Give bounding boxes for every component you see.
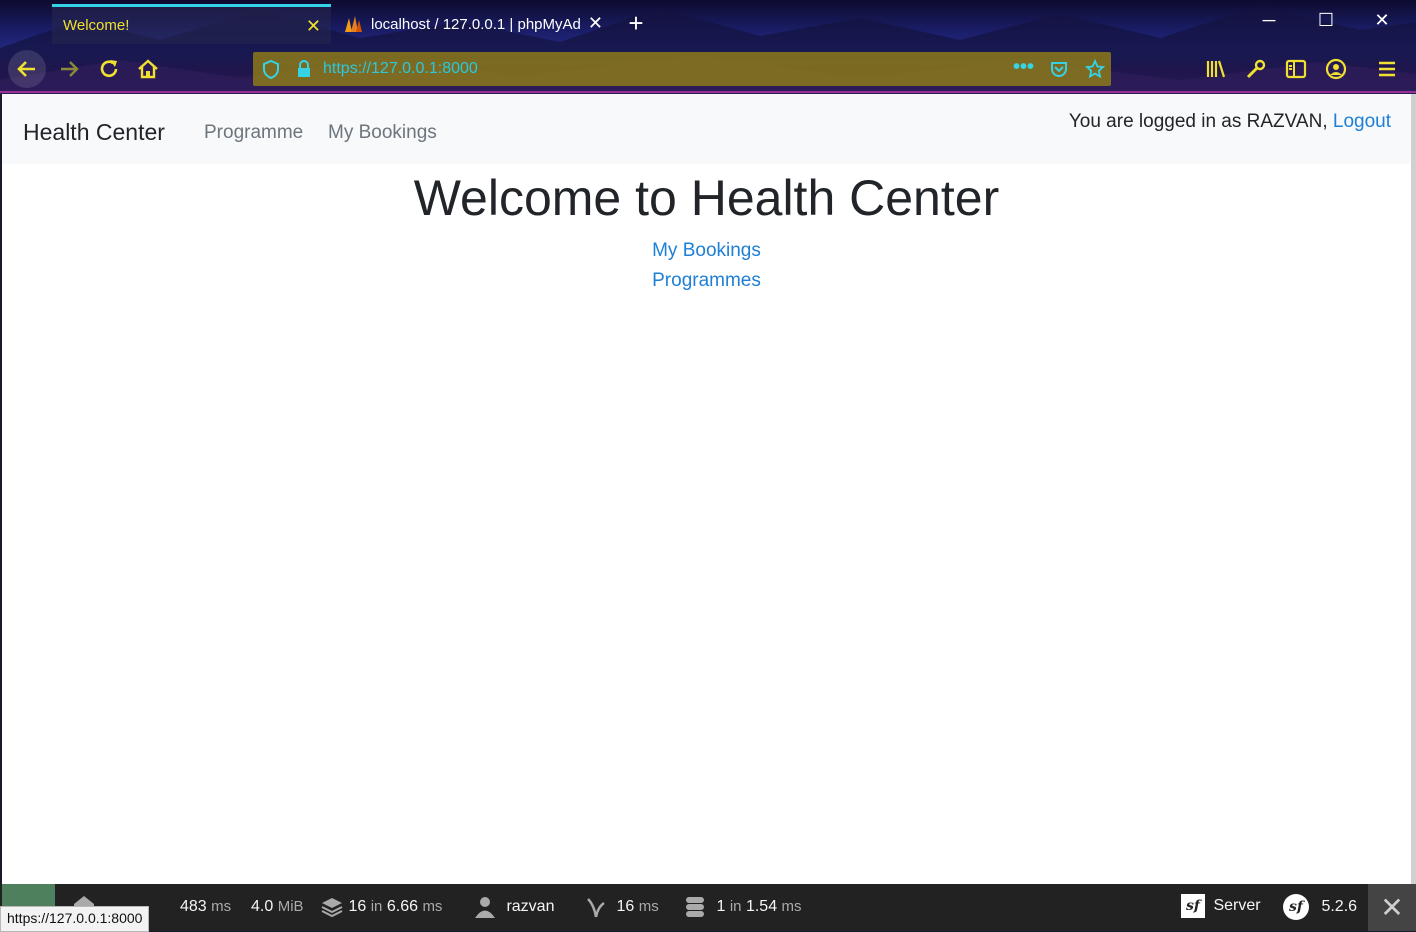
symfony-debug-toolbar: 483 ms 4.0 MiB 16 in 6.66 ms razvan 16 m…	[0, 884, 1416, 931]
memory-value: 4.0	[251, 898, 274, 915]
shield-icon[interactable]	[262, 59, 280, 79]
back-icon[interactable]	[8, 50, 46, 88]
my-bookings-link-text[interactable]: My Bookings	[652, 240, 761, 261]
login-status-text: You are logged in as RAZVAN,	[1068, 111, 1328, 132]
database-panel[interactable]: 1 in 1.54 ms	[684, 895, 802, 919]
library-icon[interactable]	[1205, 58, 1227, 80]
cache-in: in	[370, 898, 383, 916]
nav-link-my-bookings[interactable]: My Bookings	[328, 122, 437, 144]
my-bookings-link: My Bookings	[2, 240, 1411, 262]
tab-title: Welcome!	[63, 17, 130, 34]
layers-icon	[321, 898, 343, 918]
db-count: 1	[716, 898, 726, 916]
window-edge	[1411, 94, 1416, 884]
reload-icon[interactable]	[90, 48, 128, 90]
cache-time: 6.66	[386, 898, 418, 916]
db-time: 1.54	[745, 898, 778, 916]
tab-welcome[interactable]: Welcome! ✕	[52, 4, 331, 44]
menu-icon[interactable]	[1376, 58, 1398, 80]
symfony-version: 5.2.6	[1321, 898, 1358, 916]
home-icon[interactable]	[129, 48, 167, 90]
programmes-link-text[interactable]: Programmes	[652, 270, 761, 291]
db-unit: ms	[781, 898, 802, 916]
programmes-link: Programmes	[2, 270, 1411, 292]
url-bar[interactable]: https://127.0.0.1:8000 •••	[253, 52, 1111, 86]
url-text[interactable]: https://127.0.0.1:8000	[323, 60, 478, 78]
new-tab-icon[interactable]: +	[622, 8, 650, 38]
tab-close-icon[interactable]: ✕	[588, 13, 603, 34]
account-icon[interactable]	[1325, 58, 1347, 80]
user-panel[interactable]: razvan	[474, 895, 554, 919]
db-in: in	[729, 898, 742, 916]
database-icon	[686, 897, 704, 917]
forward-icon[interactable]	[50, 48, 88, 90]
tab-title: localhost / 127.0.0.1 | phpMyAd	[371, 15, 581, 33]
twig-unit: ms	[638, 898, 659, 916]
user-icon	[475, 897, 495, 918]
user-name: razvan	[506, 898, 555, 916]
web-page: Health Center Programme My Bookings You …	[2, 94, 1411, 884]
lock-icon[interactable]	[296, 59, 312, 79]
site-navbar: Health Center Programme My Bookings You …	[2, 94, 1411, 164]
server-panel[interactable]: sf Server	[1181, 894, 1261, 918]
cache-panel[interactable]: 16 in 6.66 ms	[320, 895, 442, 919]
cache-count: 16	[348, 898, 367, 916]
nav-link-programme[interactable]: Programme	[204, 122, 303, 144]
maximize-icon[interactable]: ☐	[1306, 10, 1346, 31]
twig-value: 16	[616, 898, 635, 916]
memory-usage[interactable]: 4.0 MiB	[251, 898, 304, 916]
memory-unit: MiB	[277, 898, 304, 915]
login-status: You are logged in as RAZVAN, Logout	[1069, 111, 1391, 133]
sidebar-icon[interactable]	[1285, 58, 1307, 80]
symfony-square-icon: sf	[1181, 894, 1205, 918]
cache-unit: ms	[422, 898, 443, 916]
browser-chrome: Welcome! ✕ localhost / 127.0.0.1 | phpMy…	[0, 0, 1416, 94]
symfony-version-panel[interactable]: sf 5.2.6	[1283, 894, 1357, 920]
minimize-icon[interactable]: ─	[1249, 10, 1289, 31]
server-label: Server	[1213, 897, 1261, 915]
site-brand[interactable]: Health Center	[23, 119, 165, 146]
pocket-icon[interactable]	[1049, 59, 1069, 79]
star-icon[interactable]	[1085, 59, 1105, 79]
logout-link[interactable]: Logout	[1333, 111, 1391, 132]
tab-bar: Welcome! ✕ localhost / 127.0.0.1 | phpMy…	[0, 0, 1416, 48]
twig-icon	[587, 898, 605, 918]
tab-phpmyadmin[interactable]: localhost / 127.0.0.1 | phpMyAd ✕	[335, 4, 613, 44]
wrench-icon[interactable]	[1245, 58, 1267, 80]
close-window-icon[interactable]: ✕	[1362, 10, 1402, 31]
phpmyadmin-icon	[345, 16, 362, 32]
twig-panel[interactable]: 16 ms	[584, 895, 659, 919]
request-time-value: 483	[180, 898, 207, 915]
status-bar-url: https://127.0.0.1:8000	[0, 906, 150, 932]
toolbar-close-icon[interactable]: ✕	[1368, 884, 1416, 931]
more-icon[interactable]: •••	[1013, 56, 1034, 79]
symfony-logo-icon: sf	[1283, 894, 1309, 920]
request-time[interactable]: 483 ms	[180, 898, 231, 916]
page-title: Welcome to Health Center	[413, 170, 1000, 226]
navigation-toolbar: https://127.0.0.1:8000 •••	[0, 48, 1416, 94]
tab-close-icon[interactable]: ✕	[306, 16, 321, 37]
request-time-unit: ms	[211, 898, 232, 915]
